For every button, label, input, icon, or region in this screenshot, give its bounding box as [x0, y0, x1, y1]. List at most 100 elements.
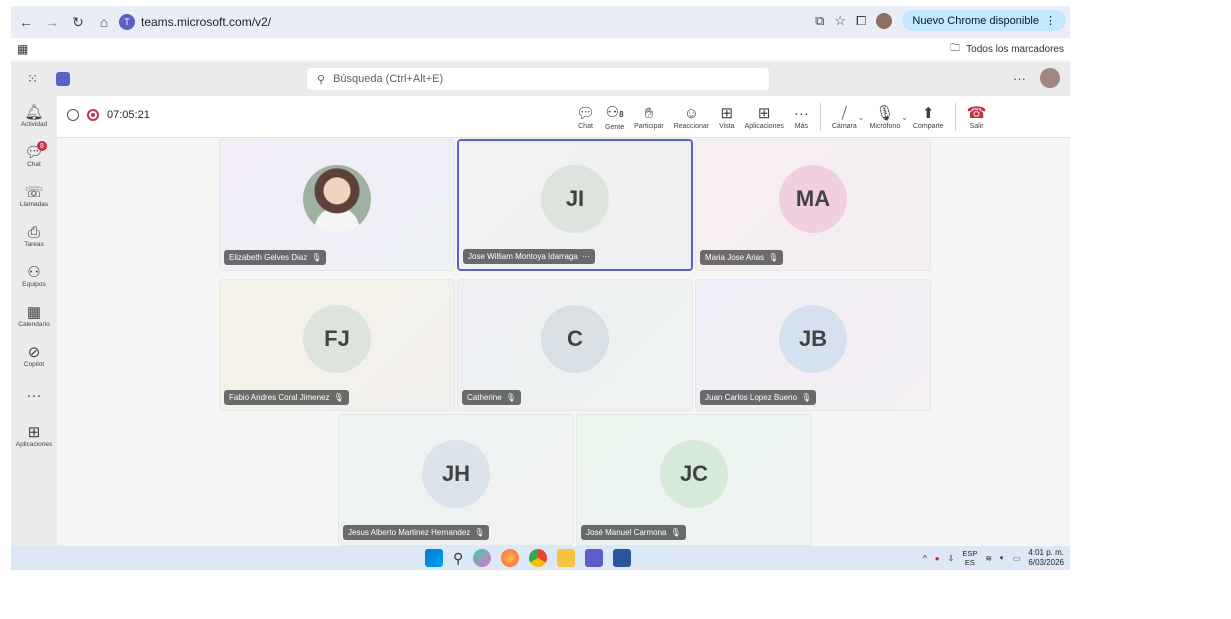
- mic-options-chevron-icon[interactable]: ⌄: [901, 113, 908, 122]
- user-avatar[interactable]: [1040, 68, 1060, 88]
- teams-taskbar-icon[interactable]: [585, 549, 604, 567]
- participant-name-label: Juan Carlos Lopez Bueno 🎙︎: [700, 390, 817, 405]
- leave-button[interactable]: ☎︎ Salir: [962, 99, 992, 135]
- windows-start-icon[interactable]: [425, 549, 443, 567]
- rail-item-more[interactable]: ···: [11, 376, 57, 416]
- calendar-icon: ▦: [26, 303, 42, 321]
- participant-tile[interactable]: JC José Manuel Carmona 🎙︎: [576, 414, 812, 546]
- rail-item-label: Copilot: [23, 360, 45, 368]
- mic-muted-icon: 🎙︎: [670, 528, 681, 537]
- search-input[interactable]: ⚲ Búsqueda (Ctrl+Alt+E): [307, 68, 769, 90]
- tray-app-icon[interactable]: ●: [935, 554, 940, 563]
- participant-initials: JB: [779, 305, 847, 373]
- rail-item-calendario[interactable]: ▦ Calendario: [11, 296, 57, 336]
- rail-item-label: Llamadas: [19, 200, 49, 208]
- chat-button-label: Chat: [578, 122, 593, 130]
- rail-item-label: Actividad: [20, 120, 48, 128]
- participant-name: Jesus Alberto Martinez Hernandez: [348, 528, 471, 537]
- rail-item-actividad[interactable]: 🔔︎ Actividad: [11, 96, 57, 136]
- teams-logo-icon: [55, 72, 70, 86]
- app-launcher-icon[interactable]: ⁙: [27, 71, 38, 87]
- chrome-update-button[interactable]: Nuevo Chrome disponible ⋮: [902, 10, 1066, 31]
- more-options-icon: ···: [581, 252, 590, 261]
- battery-icon[interactable]: ▭: [1013, 554, 1021, 563]
- browser-toolbar: ← → ↻ ⌂ T teams.microsoft.com/v2/ ⧉ ☆ ⧠ …: [11, 6, 1070, 38]
- shield-icon[interactable]: [67, 109, 79, 121]
- participant-name-label: Elizabeth Gelves Diaz 🎙︎: [224, 250, 327, 265]
- reload-icon[interactable]: ↻: [67, 11, 89, 33]
- participant-tile[interactable]: FJ Fabio Andres Coral Jimenez 🎙︎: [219, 279, 455, 411]
- volume-icon[interactable]: 🔈︎: [1000, 553, 1005, 563]
- bookmark-star-icon[interactable]: ☆: [834, 13, 846, 29]
- participant-tile[interactable]: Elizabeth Gelves Diaz 🎙︎: [219, 139, 455, 271]
- raise-hand-button[interactable]: ✋︎ Participar: [629, 99, 669, 135]
- camera-options-chevron-icon[interactable]: ⌄: [858, 113, 865, 122]
- apps-grid-icon[interactable]: ▦: [17, 42, 28, 56]
- rail-item-aplicaciones[interactable]: ⊞ Aplicaciones: [11, 416, 57, 456]
- mic-muted-icon: 🎙︎: [801, 393, 812, 402]
- firefox-icon[interactable]: [501, 549, 520, 567]
- participant-tile[interactable]: MA Maria Jose Arias 🎙︎: [695, 139, 931, 271]
- participant-photo: [303, 165, 371, 233]
- clock-date: 6/03/2026: [1028, 558, 1064, 567]
- file-explorer-icon[interactable]: [557, 549, 576, 567]
- more-label: Más: [794, 122, 808, 130]
- profile-avatar[interactable]: [876, 12, 893, 29]
- toolbar-divider-2: [954, 103, 956, 131]
- meeting-status: 07:05:21: [67, 109, 150, 121]
- share-button[interactable]: ⬆︎ Comparte: [908, 99, 949, 135]
- rail-item-equipos[interactable]: ⚇ Equipos: [11, 256, 57, 296]
- more-icon: ···: [793, 104, 809, 122]
- mic-off-icon: 🎙︎: [875, 104, 895, 122]
- rail-item-llamadas[interactable]: ☏ Llamadas: [11, 176, 57, 216]
- mic-muted-icon: 🎙︎: [768, 253, 779, 262]
- settings-more-button[interactable]: ···: [1013, 71, 1026, 86]
- rail-item-tareas[interactable]: ⎙ Tareas: [11, 216, 57, 256]
- react-button[interactable]: ☺ Reaccionar: [669, 99, 714, 135]
- kebab-menu-icon: ⋮: [1045, 15, 1056, 27]
- usb-icon[interactable]: ⇩: [948, 554, 955, 563]
- more-button[interactable]: ··· Más: [789, 99, 814, 135]
- hang-up-icon: ☎︎: [966, 104, 987, 122]
- search-taskbar-icon[interactable]: ⚲: [453, 550, 463, 567]
- back-arrow-icon[interactable]: ←: [15, 11, 37, 33]
- participant-tile[interactable]: JI Jose William Montoya Idarraga ···: [457, 139, 693, 271]
- hand-icon: ✋︎: [644, 104, 654, 122]
- view-button[interactable]: ⊞ Vista: [714, 99, 739, 135]
- home-icon[interactable]: ⌂: [93, 11, 115, 33]
- rail-item-label: Aplicaciones: [15, 440, 53, 448]
- participant-initials: JH: [422, 440, 490, 508]
- forward-arrow-icon[interactable]: →: [41, 11, 63, 33]
- participant-tile[interactable]: JB Juan Carlos Lopez Bueno 🎙︎: [695, 279, 931, 411]
- chevron-up-icon[interactable]: ^: [923, 554, 927, 563]
- site-info-icon[interactable]: T: [119, 14, 135, 30]
- address-bar[interactable]: T teams.microsoft.com/v2/: [119, 10, 869, 34]
- participant-tile[interactable]: C Catherine 🎙︎: [457, 279, 693, 411]
- camera-button[interactable]: ⧸ Cámara: [827, 99, 862, 135]
- all-bookmarks[interactable]: 🗀︎ Todos los marcadores: [950, 41, 1064, 58]
- chrome-icon[interactable]: [529, 549, 548, 567]
- extensions-icon[interactable]: ⧠: [856, 13, 866, 29]
- copilot-icon: ⊘: [27, 343, 41, 361]
- rail-item-label: Chat: [27, 160, 41, 168]
- camera-label: Cámara: [831, 122, 857, 130]
- people-button[interactable]: ⚇8 Gente: [600, 99, 629, 135]
- rail-item-chat[interactable]: 💬︎ 8 Chat: [11, 136, 57, 176]
- install-app-icon[interactable]: ⧉: [815, 13, 824, 29]
- wifi-icon[interactable]: ≋: [985, 554, 992, 563]
- copilot-taskbar-icon[interactable]: [473, 549, 492, 567]
- apps-button[interactable]: ⊞ Aplicaciones: [740, 99, 789, 135]
- participant-tile[interactable]: JH Jesus Alberto Martinez Hernandez 🎙︎: [338, 414, 574, 546]
- word-icon[interactable]: [613, 549, 632, 567]
- add-app-icon: ⊞: [757, 104, 771, 122]
- chat-button[interactable]: 💬︎ Chat: [571, 99, 600, 135]
- clock[interactable]: 4:01 p. m. 6/03/2026: [1028, 548, 1064, 568]
- url-text: teams.microsoft.com/v2/: [141, 15, 272, 29]
- language-indicator[interactable]: ESP ES: [962, 549, 977, 567]
- notification-badge: 8: [37, 141, 47, 151]
- mic-button[interactable]: 🎙︎ Micrófono: [864, 99, 905, 135]
- more-icon: ···: [26, 387, 42, 404]
- update-label: Nuevo Chrome disponible: [912, 14, 1039, 27]
- search-icon: ⚲: [317, 73, 326, 86]
- rail-item-copilot[interactable]: ⊘ Copilot: [11, 336, 57, 376]
